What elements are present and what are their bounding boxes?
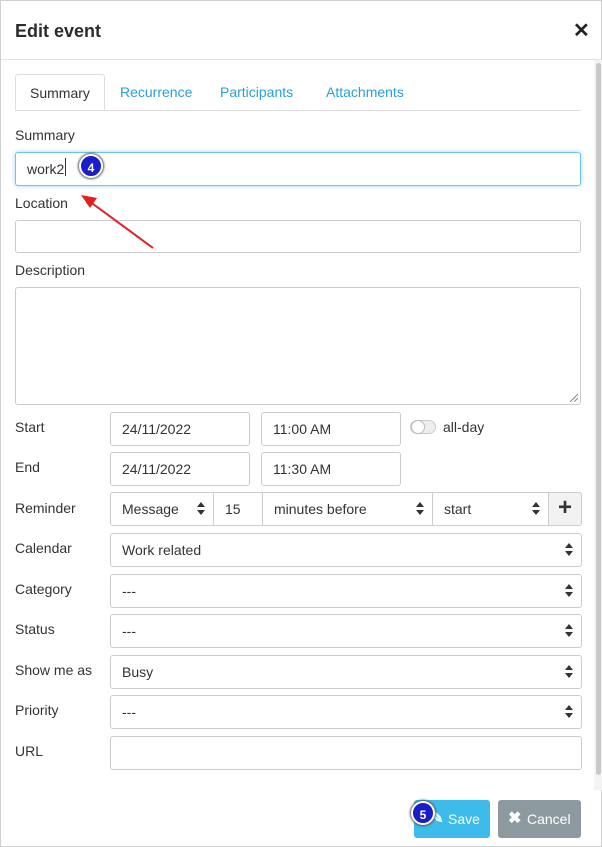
step-badge-4: 4 (79, 154, 103, 178)
edit-event-dialog: Edit event ✕ Summary Recurrence Particip… (0, 0, 602, 847)
annotation-arrow-icon (81, 195, 154, 249)
step-badge-5: 5 (411, 801, 435, 825)
